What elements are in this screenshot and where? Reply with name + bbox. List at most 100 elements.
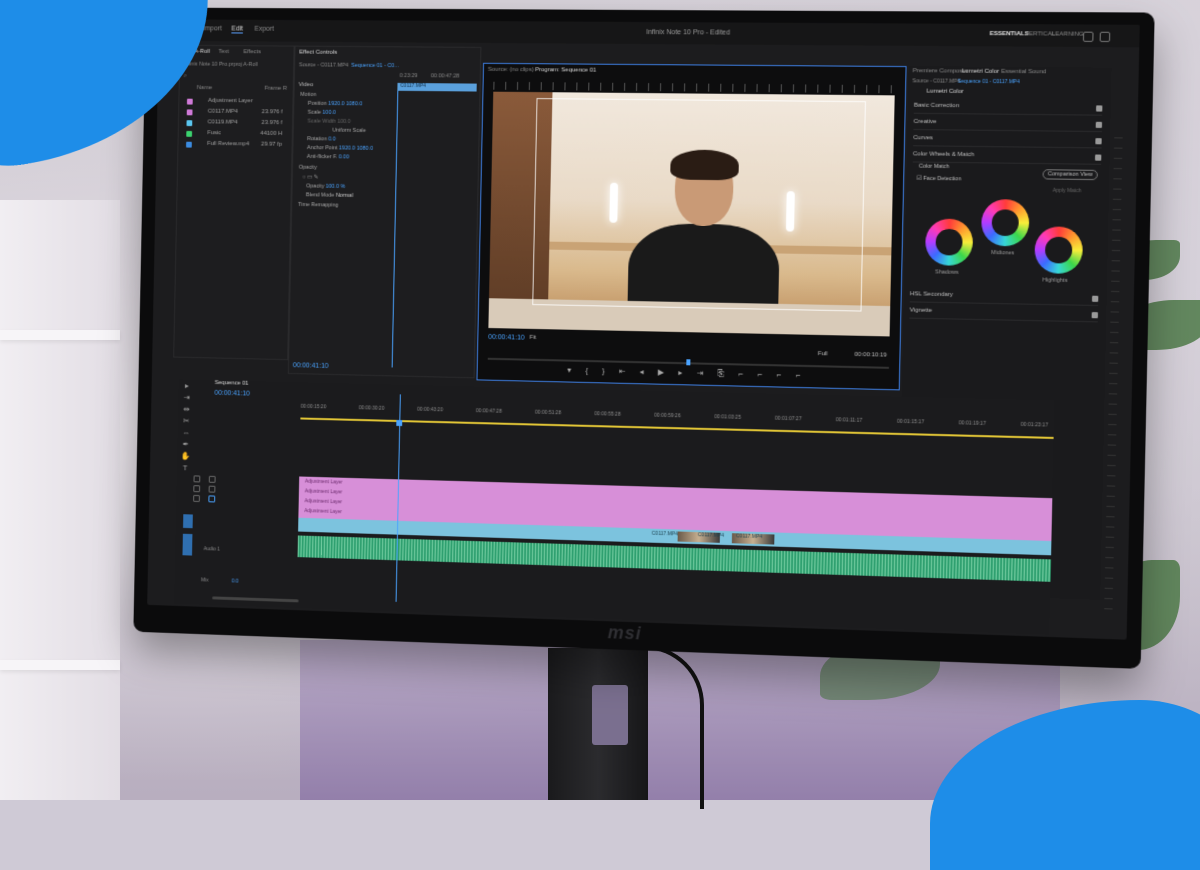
track-header-a1[interactable]: Audio 1 xyxy=(175,535,298,549)
face-detection-checkbox[interactable]: ☑ Face Detection xyxy=(916,176,961,183)
highlights-wheel[interactable] xyxy=(1034,226,1083,274)
video-frame[interactable] xyxy=(488,92,894,337)
eye-icon[interactable] xyxy=(208,495,215,502)
section-basic-correction[interactable]: Basic Correction xyxy=(914,103,1103,116)
selection-tool-icon[interactable]: ▸ xyxy=(182,381,192,391)
fx-row-anti-flicker[interactable]: Anti-flicker F. 0.00 xyxy=(299,154,390,164)
apply-match-button[interactable]: Apply Match xyxy=(1053,188,1082,195)
mix-value[interactable]: 0.0 xyxy=(232,578,239,584)
midtones-wheel[interactable] xyxy=(981,199,1030,247)
ec-video-section: Video xyxy=(299,82,314,88)
tab-text[interactable]: Text xyxy=(218,49,229,55)
fx-row-opacity-section[interactable]: Opacity xyxy=(299,165,390,175)
safe-margin-guide xyxy=(532,98,866,312)
type-tool-icon[interactable]: T xyxy=(180,463,190,473)
timeline-zoom-scrollbar[interactable] xyxy=(212,596,298,602)
fx-value[interactable]: 1920.0 1080.0 xyxy=(339,145,373,151)
workspace-tab-export[interactable]: Export xyxy=(254,26,274,33)
tab-sequence[interactable]: Sequence 01 xyxy=(215,380,249,387)
razor-tool-icon[interactable]: ✂ xyxy=(181,416,191,426)
section-checkbox[interactable] xyxy=(1095,138,1101,144)
lumetri-source[interactable]: Source - C0117.MP4 xyxy=(912,78,960,84)
tab-premiere-composer[interactable]: Premiere Composer xyxy=(913,68,968,75)
project-item[interactable]: Adjustment Layer xyxy=(183,97,289,108)
ec-clip-bar[interactable]: C0117.MP4 xyxy=(397,83,476,92)
shadows-wheel[interactable] xyxy=(925,218,973,265)
timeline-timecode[interactable]: 00:00:41:10 xyxy=(214,390,250,398)
section-checkbox[interactable] xyxy=(1092,296,1098,302)
section-color-wheels[interactable]: Color Wheels & Match xyxy=(913,151,1102,165)
hand-tool-icon[interactable]: ✋ xyxy=(181,452,191,462)
project-item[interactable]: Full Review.mp4 29.97 fp xyxy=(182,140,288,151)
project-item[interactable]: Fusic 44100 H xyxy=(182,129,288,140)
lock-icon[interactable] xyxy=(193,495,200,502)
fx-value[interactable]: 0.0 xyxy=(328,136,336,142)
tab-program[interactable]: Program: Sequence 01 xyxy=(535,67,596,73)
lock-icon[interactable] xyxy=(193,485,200,492)
lumetri-sequence[interactable]: Sequence 01 - C0117.MP4 xyxy=(958,79,1020,86)
item-fps: 29.97 fp xyxy=(261,142,282,148)
shelf xyxy=(0,200,120,800)
target-toggle[interactable] xyxy=(183,514,193,528)
section-creative[interactable]: Creative xyxy=(913,119,1102,132)
section-checkbox[interactable] xyxy=(1092,312,1098,318)
ruler-tick: 00:00:47:28 xyxy=(476,408,502,415)
track-select-icon[interactable]: ⇥ xyxy=(182,393,192,403)
tab-effects[interactable]: Effects xyxy=(243,49,261,55)
section-curves[interactable]: Curves xyxy=(913,135,1102,148)
pen-tool-icon[interactable]: ✒ xyxy=(181,440,191,450)
tab-lumetri-color[interactable]: Lumetri Color xyxy=(962,69,999,75)
slip-tool-icon[interactable]: ⇔ xyxy=(181,428,191,438)
resolution-dropdown[interactable]: Full xyxy=(818,351,828,357)
section-vignette[interactable]: Vignette xyxy=(909,307,1098,322)
workspace-tab-edit[interactable]: Edit xyxy=(231,26,243,34)
program-timecode[interactable]: 00:00:41:10 xyxy=(488,334,525,342)
eye-icon[interactable] xyxy=(209,486,216,493)
ec-sequence[interactable]: Sequence 01 - C0... xyxy=(351,63,399,69)
fit-dropdown[interactable]: Fit xyxy=(530,335,537,341)
workspace-tab-import[interactable]: Import xyxy=(203,25,222,32)
timeline-ruler[interactable]: 00:00:15:20 00:00:30:20 00:00:43:20 00:0… xyxy=(300,404,1053,435)
target-toggle[interactable] xyxy=(182,534,192,556)
section-hsl-secondary[interactable]: HSL Secondary xyxy=(910,291,1099,306)
item-name: C0117.MP4 xyxy=(208,109,238,115)
ripple-edit-icon[interactable]: ⇹ xyxy=(182,405,192,415)
fx-label: Scale Width xyxy=(307,119,336,125)
column-name[interactable]: Name xyxy=(197,85,212,91)
track-header-v1[interactable] xyxy=(175,516,298,530)
section-checkbox[interactable] xyxy=(1095,155,1101,161)
fx-value[interactable]: Normal xyxy=(336,193,353,199)
search-icon[interactable]: ⌕ xyxy=(184,73,187,80)
fullscreen-icon[interactable] xyxy=(1100,32,1111,42)
project-item[interactable]: C0117.MP4 23.976 f xyxy=(183,107,289,118)
ec-playhead[interactable] xyxy=(392,91,399,368)
item-name: Fusic xyxy=(207,130,221,136)
monitor-playhead[interactable] xyxy=(686,359,690,365)
tab-essential-sound[interactable]: Essential Sound xyxy=(1001,69,1046,75)
project-item[interactable]: C0119.MP4 23.976 f xyxy=(183,118,289,129)
preset-essentials[interactable]: ESSENTIALS xyxy=(990,31,1029,37)
fx-row-time-remapping[interactable]: Time Remapping xyxy=(298,202,389,212)
ec-current-time[interactable]: 00:00:41:10 xyxy=(293,362,329,370)
section-checkbox[interactable] xyxy=(1096,122,1102,128)
lock-icon[interactable] xyxy=(194,475,201,482)
fx-label: Opacity xyxy=(306,183,324,189)
ec-source[interactable]: Source - C0117.MP4 xyxy=(299,62,348,68)
preset-learning[interactable]: LEARNING xyxy=(1052,31,1084,37)
tab-source[interactable]: Source: (no clips) xyxy=(488,67,534,73)
tab-effect-controls[interactable]: Effect Controls xyxy=(299,50,337,56)
quick-export-icon[interactable] xyxy=(1083,32,1094,42)
column-frame-rate[interactable]: Frame R xyxy=(264,86,287,92)
project-path: Infinix Note 10 Pro.prproj A-Roll xyxy=(184,61,258,67)
track-header-mix[interactable]: Mix 0.0 xyxy=(174,575,297,589)
fx-row-blend-mode[interactable]: Blend Mode Normal xyxy=(298,192,389,202)
eye-icon[interactable] xyxy=(209,476,216,483)
preset-vertical[interactable]: VERTICAL xyxy=(1025,31,1055,37)
fx-value[interactable]: 100.0 % xyxy=(326,184,346,190)
comparison-view-button[interactable]: Comparison View xyxy=(1042,169,1097,180)
fx-value[interactable]: 0.00 xyxy=(339,154,350,160)
section-checkbox[interactable] xyxy=(1096,105,1102,111)
playhead-handle[interactable] xyxy=(396,420,402,426)
fx-value[interactable]: 100.0 xyxy=(322,110,335,116)
fx-value[interactable]: 1920.0 1080.0 xyxy=(328,101,362,107)
